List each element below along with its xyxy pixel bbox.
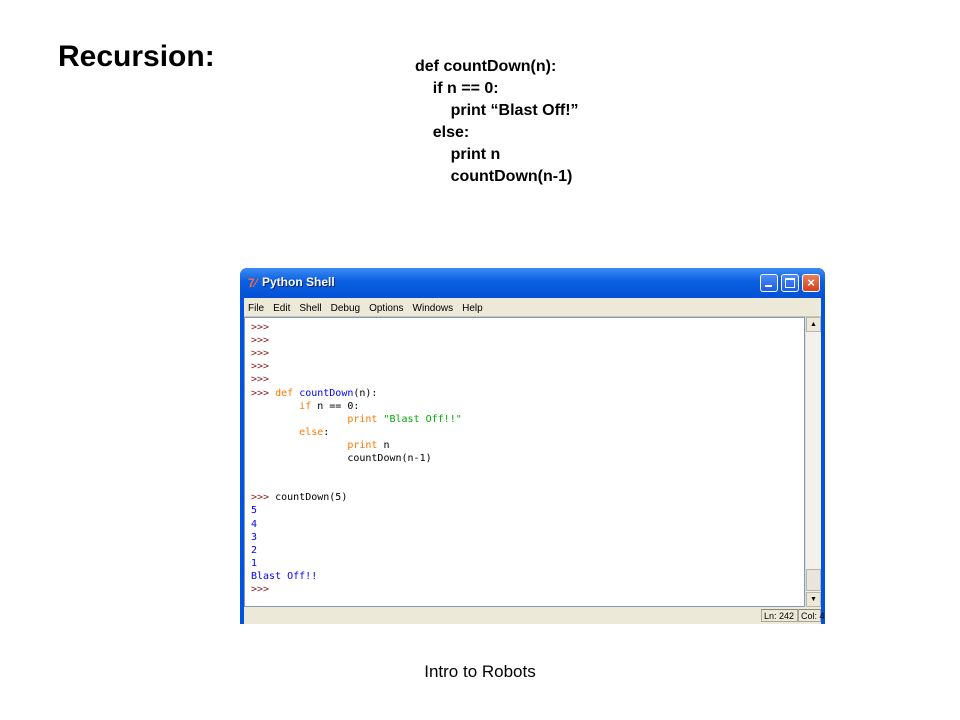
menu-file[interactable]: File [244,300,269,316]
slide-code-line: print n [415,146,501,163]
slide-code-line: else: [415,124,470,141]
shell-token: print [347,439,378,451]
slide-footer: Intro to Robots [424,662,536,681]
python-shell-window: 7⁄ Python Shell × File Edit Shell Debug Opti… [240,268,825,624]
minimize-icon [761,275,777,291]
shell-line: 1 [251,557,257,570]
shell-line: >>> [251,334,269,347]
shell-line: >>> [251,347,269,360]
shell-line: >>> [251,321,269,334]
shell-token: countDown(n-1) [251,453,432,464]
status-bar: Ln: 242 Col: 4 [244,607,825,624]
menu-edit[interactable]: Edit [269,300,295,316]
title-bar[interactable]: 7⁄ Python Shell × [240,268,825,298]
shell-token: >>> [251,374,270,386]
shell-line: print "Blast Off!!" [251,413,462,426]
shell-line: if n == 0: [251,400,359,413]
shell-token: 1 [251,557,258,569]
shell-token: 4 [251,518,258,530]
shell-line: >>> [251,373,269,386]
window-title: Python Shell [262,275,335,289]
shell-token: : [323,426,330,438]
vertical-scrollbar[interactable]: ▲ ▼ [805,317,821,607]
close-icon: × [807,275,815,290]
menu-options[interactable]: Options [365,300,408,316]
shell-line: 5 [251,504,257,517]
slide-code-line: countDown(n-1) [415,168,573,185]
shell-text-area[interactable]: >>> >>> >>> >>> >>> >>> def countDown(n): if … [244,317,805,607]
shell-token: >>> [251,361,270,373]
shell-token: >>> [251,335,270,347]
shell-token: (n): [353,387,378,399]
shell-token: >>> [251,584,270,595]
shell-token: else [299,426,324,438]
shell-token: >>> [251,387,276,399]
python-logo-icon: 7⁄ [248,276,257,290]
shell-line: >>> [251,583,269,596]
scroll-thumb[interactable] [806,569,821,591]
shell-line: print n [251,439,389,452]
menu-bar: File Edit Shell Debug Options Windows Help [244,298,821,317]
minimize-button[interactable] [760,274,778,292]
slide-code-block: def countDown(n): if n == 0: print “Blas… [415,56,579,188]
shell-token: countDown(5) [275,492,348,504]
shell-line: Blast Off!! [251,570,317,583]
shell-line: countDown(n-1) [251,452,432,465]
slide-code-line: print “Blast Off!” [415,102,579,119]
shell-token: print [347,413,378,425]
menu-help[interactable]: Help [458,300,488,316]
slide-title: Recursion: [58,40,215,73]
shell-token: n [377,439,390,451]
shell-token: 5 [251,505,258,517]
slide-code-line: def countDown(n): [415,58,557,75]
menu-debug[interactable]: Debug [327,300,365,316]
line-number-status: Ln: 242 [761,609,798,622]
shell-token [251,401,299,412]
shell-token: countDown [299,387,354,399]
shell-token: >>> [251,492,276,504]
shell-line: else: [251,426,329,439]
shell-token [251,414,347,425]
maximize-button[interactable] [781,274,799,292]
shell-token [251,440,347,451]
menu-shell[interactable]: Shell [295,300,326,316]
shell-token: "Blast Off!!" [383,413,462,425]
shell-token: 2 [251,544,258,556]
maximize-icon [782,275,798,291]
shell-token: >>> [251,322,270,333]
shell-token: Blast Off!! [251,570,318,582]
shell-line: 4 [251,518,257,531]
column-number-status: Col: 4 [798,609,825,622]
shell-line: 2 [251,544,257,557]
shell-token: def [275,387,294,399]
shell-token [251,427,299,438]
close-button[interactable]: × [802,274,820,292]
shell-token: >>> [251,348,270,360]
slide-code-line: if n == 0: [415,80,499,97]
shell-token: if [299,400,312,412]
shell-line: >>> countDown(5) [251,491,347,504]
scroll-down-button[interactable]: ▼ [806,592,821,607]
shell-token: 3 [251,531,258,543]
shell-line: >>> [251,360,269,373]
shell-line: 3 [251,531,257,544]
menu-windows[interactable]: Windows [409,300,459,316]
scroll-up-button[interactable]: ▲ [806,317,821,332]
shell-line: >>> def countDown(n): [251,387,377,400]
shell-token: n == 0: [311,400,360,412]
